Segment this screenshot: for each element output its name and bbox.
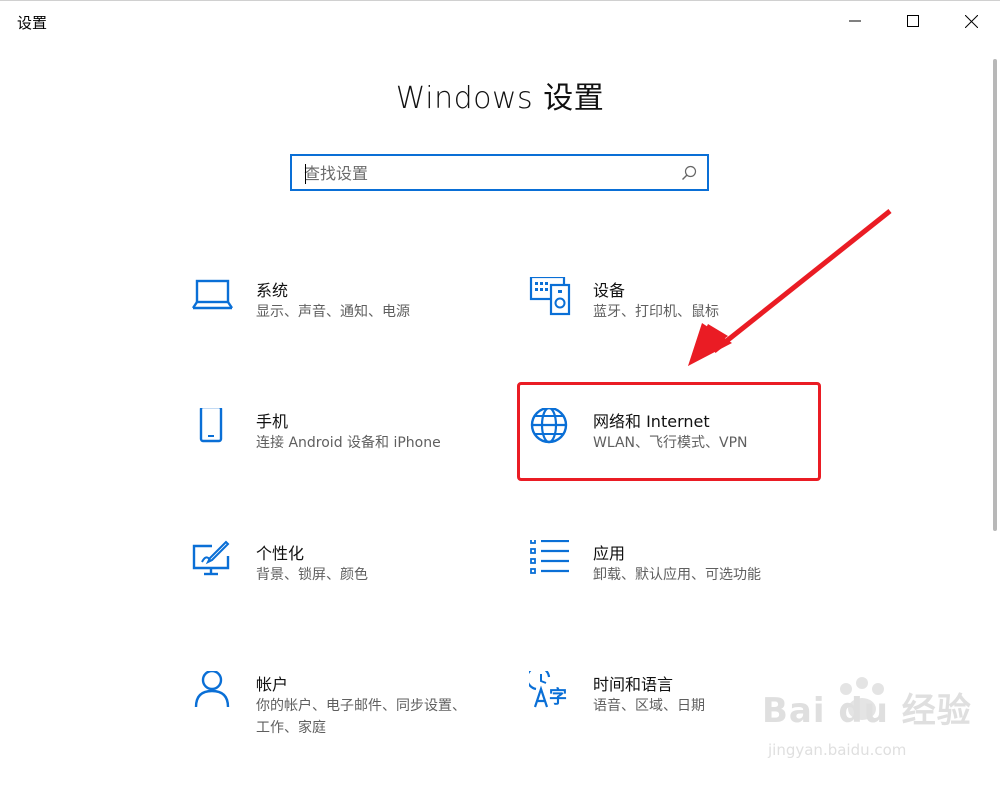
- tile-personalization-title: 个性化: [256, 544, 305, 563]
- tile-system[interactable]: 系统 显示、声音、通知、电源: [192, 277, 492, 357]
- devices-icon: [529, 277, 571, 316]
- personalization-icon: [192, 540, 230, 576]
- search-icon[interactable]: [681, 165, 697, 181]
- tile-apps-title: 应用: [593, 544, 626, 563]
- maximize-button[interactable]: [884, 1, 942, 41]
- minimize-icon: [849, 20, 861, 22]
- tile-personalization-desc: 背景、锁屏、颜色: [256, 567, 368, 583]
- text-caret: [305, 164, 306, 184]
- close-icon: [964, 14, 978, 28]
- close-button[interactable]: [942, 1, 1000, 41]
- tile-personalization[interactable]: 个性化 背景、锁屏、颜色: [192, 540, 492, 620]
- search-box[interactable]: [290, 154, 709, 191]
- tile-apps-desc: 卸载、默认应用、可选功能: [593, 567, 761, 583]
- vertical-scrollbar[interactable]: [993, 59, 997, 531]
- title-bar[interactable]: 设置: [0, 1, 1000, 41]
- tile-accounts-desc: 你的帐户、电子邮件、同步设置、工作、家庭: [256, 698, 466, 736]
- page-title: Windows 设置: [395, 81, 605, 116]
- svg-text:字: 字: [549, 686, 567, 708]
- tile-phone[interactable]: 手机 连接 Android 设备和 iPhone: [192, 408, 492, 488]
- annotation-arrow-icon: [688, 209, 892, 366]
- window-title: 设置: [17, 14, 48, 32]
- tile-phone-desc: 连接 Android 设备和 iPhone: [256, 435, 441, 451]
- tile-devices-title: 设备: [593, 281, 626, 300]
- watermark-brand: Bai du 经验: [762, 691, 972, 731]
- minimize-button[interactable]: [826, 1, 884, 41]
- tile-apps[interactable]: 应用 卸载、默认应用、可选功能: [529, 540, 829, 620]
- apps-list-icon: [530, 540, 569, 574]
- tile-system-title: 系统: [256, 281, 289, 300]
- watermark-url: jingyan.baidu.com: [768, 741, 907, 759]
- search-input[interactable]: [304, 160, 664, 186]
- laptop-icon: [192, 279, 233, 310]
- settings-window: 设置 Windows 设置 查找设置 系统 显示、声音、通知、电源 设备 蓝牙、…: [0, 0, 1000, 790]
- phone-icon: [199, 408, 223, 443]
- tile-phone-title: 手机: [256, 412, 289, 431]
- baidu-jingyan-watermark: Bai du 经验 jingyan.baidu.com: [762, 677, 972, 777]
- tile-system-desc: 显示、声音、通知、电源: [256, 304, 410, 320]
- person-icon: [194, 671, 230, 708]
- maximize-icon: [907, 15, 919, 27]
- tile-time-language-title: 时间和语言: [593, 675, 674, 694]
- tile-accounts[interactable]: 帐户 你的帐户、电子邮件、同步设置、工作、家庭: [192, 671, 492, 751]
- tile-accounts-title: 帐户: [256, 675, 289, 694]
- annotation-highlight-box: [517, 382, 821, 481]
- time-language-icon: 字: [529, 671, 567, 708]
